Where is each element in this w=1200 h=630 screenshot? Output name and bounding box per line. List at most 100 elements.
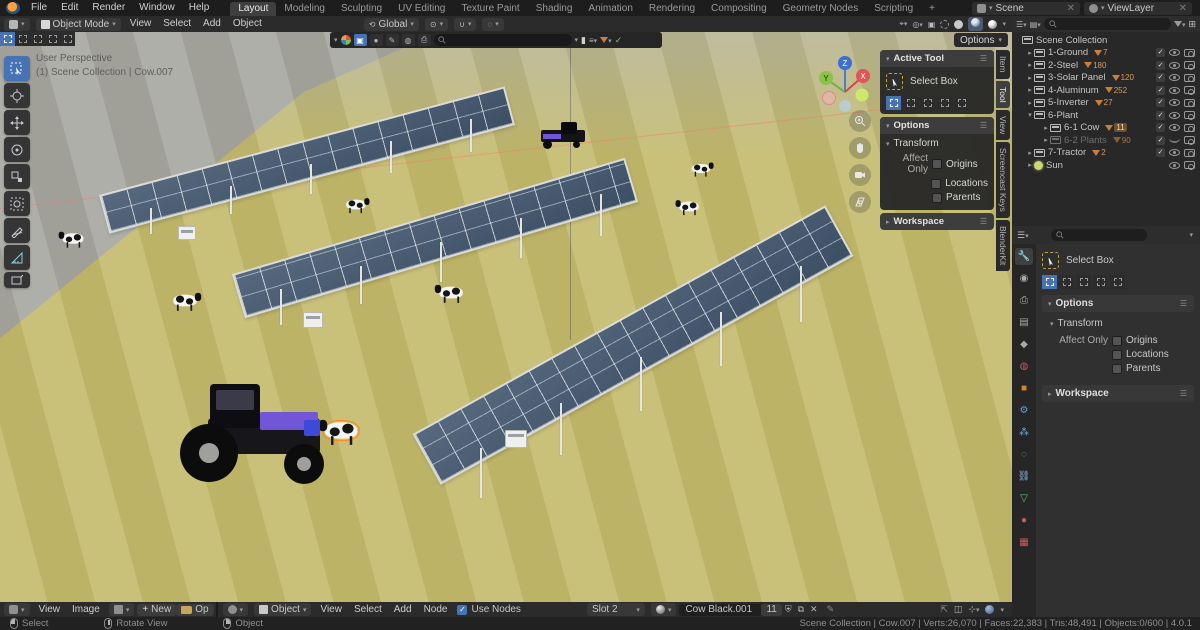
properties-search-input[interactable] — [1050, 229, 1147, 241]
image-menu-view[interactable]: View — [33, 602, 67, 618]
expand-icon[interactable]: ▸ — [1042, 124, 1050, 132]
exclude-checkbox[interactable]: ✓ — [1156, 148, 1165, 158]
np-select-mode-extend[interactable] — [903, 96, 918, 110]
camera-icon[interactable] — [1184, 73, 1195, 83]
shading-material-button[interactable] — [968, 17, 984, 31]
menu-help[interactable]: Help — [182, 0, 217, 16]
menu-file[interactable]: File — [24, 0, 54, 16]
cow[interactable] — [691, 162, 714, 177]
node-menu-select[interactable]: Select — [348, 602, 388, 618]
expand-icon[interactable]: ▸ — [1026, 49, 1034, 57]
eye-icon[interactable] — [1169, 149, 1180, 157]
eye-icon[interactable] — [1169, 161, 1180, 169]
chevron-down-icon[interactable]: ▾ — [1189, 231, 1195, 239]
select-mode-new-button[interactable] — [0, 32, 15, 46]
pivot-point-button[interactable]: ⊙ ▾ — [424, 17, 449, 31]
workspace-tab-modeling[interactable]: Modeling — [276, 2, 333, 16]
camera-icon[interactable] — [1184, 48, 1195, 58]
workspace-tab-sculpting[interactable]: Sculpting — [333, 2, 390, 16]
active-tool-panel-header[interactable]: ▾ Active Tool ☰ — [880, 50, 994, 67]
options-panel-header[interactable]: ▾ Options ☰ — [880, 117, 994, 134]
outliner-row-cow[interactable]: ▸ 6-1 Cow 11 ✓ — [1012, 122, 1200, 135]
outliner-row-solar-panel[interactable]: ▸ 3-Solar Panel 120 ✓ — [1012, 72, 1200, 85]
gizmo-neg-y-axis[interactable] — [855, 88, 869, 102]
tab-constraints-properties[interactable]: ⛓ — [1015, 468, 1033, 485]
node-menu-add[interactable]: Add — [388, 602, 418, 618]
cow[interactable] — [58, 231, 84, 248]
tool-cursor[interactable] — [4, 83, 30, 108]
expand-icon[interactable]: ▸ — [1026, 86, 1034, 94]
gizmo-neg-z-axis[interactable] — [839, 100, 851, 112]
overlays-toggle[interactable]: ◎▾ — [912, 20, 923, 29]
material-name-field[interactable]: Cow Black.001 — [679, 603, 762, 616]
outliner-row-steel[interactable]: ▸ 2-Steel 180 ✓ — [1012, 59, 1200, 72]
eye-icon[interactable] — [1169, 124, 1180, 132]
menu-edit[interactable]: Edit — [54, 0, 85, 16]
options-panel-header[interactable]: ▾ Options ☰ — [1042, 295, 1194, 312]
tab-tool-properties[interactable]: 🔧 — [1015, 248, 1033, 265]
outliner-row-sun[interactable]: ▸ Sun — [1012, 159, 1200, 172]
node-snapping-icon[interactable]: ⊹▾ — [968, 604, 979, 615]
pr-select-mode-subtract[interactable] — [1076, 275, 1091, 289]
exclude-checkbox[interactable]: ✓ — [1156, 98, 1165, 108]
workspace-panel-header[interactable]: ▸ Workspace ☰ — [880, 213, 994, 230]
eye-closed-icon[interactable] — [1169, 138, 1180, 143]
cow[interactable] — [675, 200, 699, 216]
pr-select-mode-new[interactable] — [1042, 275, 1057, 289]
eye-icon[interactable] — [1169, 111, 1180, 119]
snap-node-icon[interactable]: ⇱ — [940, 604, 948, 615]
inverter-box[interactable] — [178, 226, 196, 240]
shading-dropdown[interactable]: ▾ — [1002, 20, 1006, 28]
np-select-mode-intersect[interactable] — [954, 96, 969, 110]
outliner-row-inverter[interactable]: ▸ 5-Inverter 27 ✓ — [1012, 97, 1200, 110]
exclude-checkbox[interactable]: ✓ — [1156, 48, 1165, 58]
use-nodes-checkbox[interactable]: ✓ — [457, 604, 468, 615]
tool-move[interactable] — [4, 110, 30, 135]
exclude-checkbox[interactable]: ✓ — [1156, 73, 1165, 83]
material-users-button[interactable]: 11 — [761, 603, 782, 616]
tool-measure[interactable] — [4, 245, 30, 270]
camera-icon[interactable] — [1184, 98, 1195, 108]
tab-render-properties[interactable]: ◉ — [1015, 270, 1033, 287]
select-box-tool-icon[interactable] — [1042, 252, 1059, 269]
workspace-panel-header[interactable]: ▸ Workspace ☰ — [1042, 385, 1194, 402]
camera-icon[interactable] — [1184, 136, 1195, 145]
np-select-mode-new[interactable] — [886, 96, 901, 110]
cow[interactable] — [346, 198, 370, 214]
options-dropdown[interactable]: Options ▾ — [954, 33, 1008, 47]
properties-editor-type-button[interactable]: ☰▾ — [1017, 230, 1029, 241]
viewlayer-selector[interactable]: ▾ ViewLayer ✕ — [1084, 1, 1192, 15]
expand-icon[interactable]: ▸ — [1026, 99, 1034, 107]
mode-selector[interactable]: Object Mode ▾ — [35, 17, 121, 31]
camera-icon[interactable] — [1184, 148, 1195, 158]
eye-icon[interactable] — [1169, 74, 1180, 82]
chevron-down-icon[interactable]: ▾ — [1000, 606, 1004, 614]
tab-viewlayer-properties[interactable]: ▤ — [1015, 314, 1033, 331]
workspace-tab-shading[interactable]: Shading — [528, 2, 581, 16]
viewport-3d[interactable]: ▾ Object Mode ▾ View Select Add Object ⟲… — [0, 16, 1012, 602]
expand-icon[interactable]: ▸ — [1042, 136, 1050, 144]
workspace-tab-layout[interactable]: Layout — [230, 2, 277, 16]
workspace-tab-uv-editing[interactable]: UV Editing — [390, 2, 453, 16]
workspace-tab-animation[interactable]: Animation — [580, 2, 640, 16]
outliner-row-plant[interactable]: ▾ 6-Plant ✓ — [1012, 109, 1200, 122]
menu-window[interactable]: Window — [132, 0, 182, 16]
camera-icon[interactable] — [1184, 123, 1195, 133]
exclude-checkbox[interactable]: ✓ — [1156, 135, 1165, 145]
select-mode-intersect-button[interactable] — [60, 32, 75, 46]
filter-collection-button[interactable]: ▤▾ — [1030, 20, 1041, 29]
parents-checkbox[interactable] — [932, 192, 942, 203]
tab-scene-properties[interactable]: ◆ — [1015, 336, 1033, 353]
locations-checkbox[interactable] — [1112, 349, 1122, 360]
slot-selector[interactable]: Slot 2 ▾ — [586, 603, 645, 616]
tab-tool[interactable]: Tool — [996, 80, 1010, 109]
tool-transform[interactable] — [4, 191, 30, 216]
eye-icon[interactable] — [1169, 49, 1180, 57]
outliner-row-plants[interactable]: ▸ 6-2 Plants 90 ✓ — [1012, 134, 1200, 147]
shader-context-selector[interactable]: Object ▾ — [254, 603, 312, 616]
scene-selector[interactable]: ▾ Scene ✕ — [972, 1, 1080, 15]
transform-orientation[interactable]: ⟲ Global ▾ — [363, 17, 419, 31]
unlink-material-icon[interactable]: ✕ — [810, 604, 818, 615]
tab-data-properties[interactable]: ▽ — [1015, 490, 1033, 507]
camera-view-button[interactable] — [849, 164, 871, 186]
